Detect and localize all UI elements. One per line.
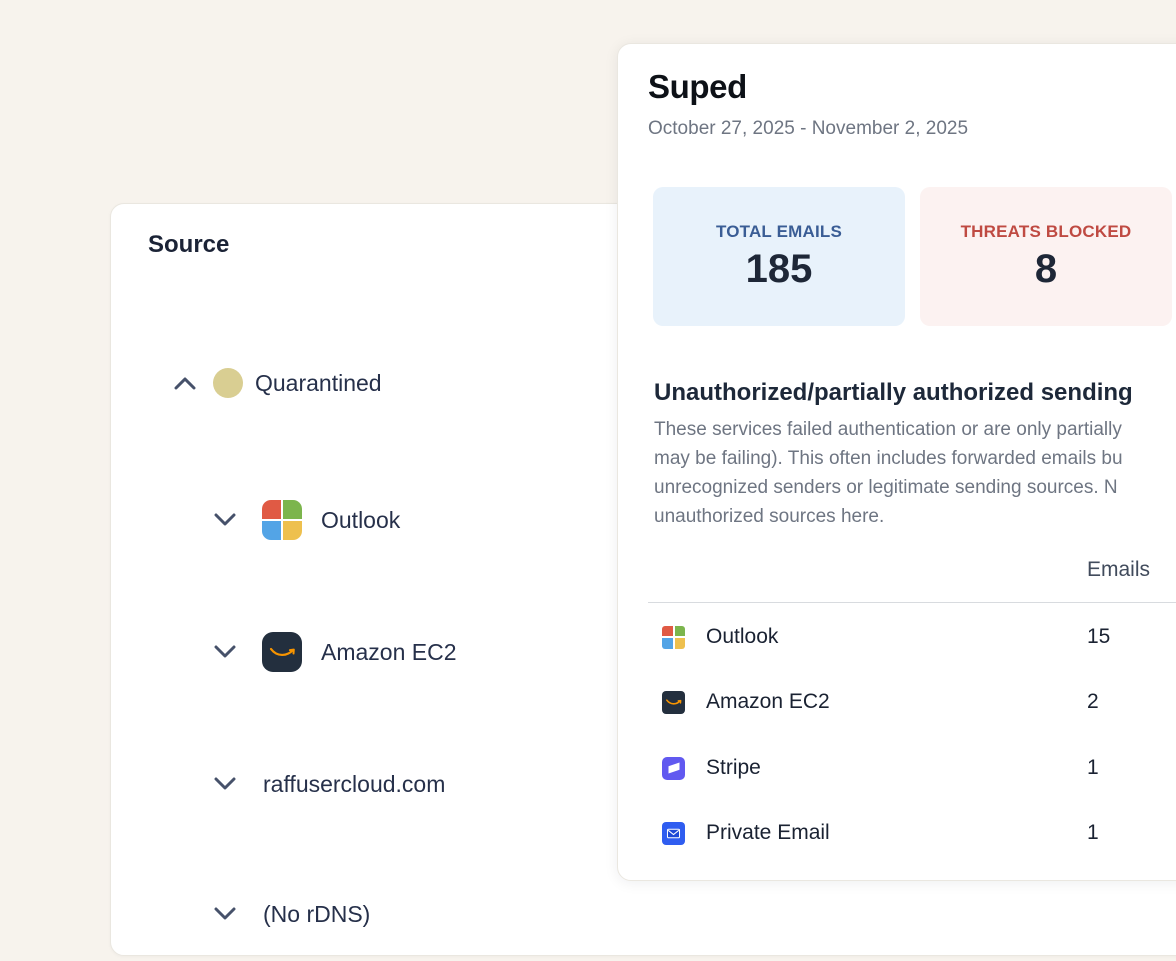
description-line: may be failing). This often includes for… bbox=[654, 444, 1123, 473]
tree-item-label: Outlook bbox=[321, 507, 400, 534]
report-card: Suped October 27, 2025 - November 2, 202… bbox=[617, 43, 1176, 881]
tree-item-label: Amazon EC2 bbox=[321, 639, 457, 666]
service-name: Outlook bbox=[706, 625, 778, 649]
microsoft-logo-icon bbox=[662, 626, 685, 649]
chevron-down-icon[interactable] bbox=[213, 777, 237, 791]
stat-label: THREATS BLOCKED bbox=[961, 222, 1132, 242]
microsoft-logo-icon bbox=[262, 500, 302, 540]
emails-column-header: Emails bbox=[1087, 558, 1150, 582]
report-date-range: October 27, 2025 - November 2, 2025 bbox=[648, 118, 968, 140]
total-emails-stat: TOTAL EMAILS 185 bbox=[653, 187, 905, 326]
tree-item-amazon-ec2[interactable]: Amazon EC2 bbox=[111, 629, 457, 675]
stat-value: 8 bbox=[1035, 247, 1057, 292]
description-line: These services failed authentication or … bbox=[654, 415, 1123, 444]
stat-value: 185 bbox=[746, 247, 813, 292]
email-count: 1 bbox=[1087, 821, 1099, 845]
table-row[interactable]: Private Email 1 bbox=[618, 800, 1176, 866]
table-row[interactable]: Amazon EC2 2 bbox=[618, 669, 1176, 735]
private-email-logo-icon bbox=[662, 822, 685, 845]
service-name: Private Email bbox=[706, 821, 830, 845]
description-line: unauthorized sources here. bbox=[654, 502, 1123, 531]
stripe-logo-icon bbox=[662, 757, 685, 780]
email-count: 1 bbox=[1087, 756, 1099, 780]
tree-item-outlook[interactable]: Outlook bbox=[111, 497, 400, 543]
chevron-up-icon[interactable] bbox=[173, 376, 197, 390]
tree-item-no-rdns[interactable]: (No rDNS) bbox=[111, 891, 370, 937]
chevron-down-icon[interactable] bbox=[213, 645, 237, 659]
table-row[interactable]: Stripe 1 bbox=[618, 735, 1176, 801]
amazon-logo-icon bbox=[662, 691, 685, 714]
report-title: Suped bbox=[648, 68, 747, 106]
chevron-down-icon[interactable] bbox=[213, 907, 237, 921]
service-name: Stripe bbox=[706, 756, 761, 780]
chevron-down-icon[interactable] bbox=[213, 513, 237, 527]
stats-row: TOTAL EMAILS 185 THREATS BLOCKED 8 bbox=[653, 187, 1172, 326]
service-name: Amazon EC2 bbox=[706, 690, 830, 714]
tree-item-label: Quarantined bbox=[255, 370, 382, 397]
stat-label: TOTAL EMAILS bbox=[716, 222, 842, 242]
page: { "page": { "background": "#f7f3ed" }, "… bbox=[0, 0, 1176, 961]
email-count: 15 bbox=[1087, 625, 1110, 649]
section-heading: Unauthorized/partially authorized sendin… bbox=[654, 379, 1133, 407]
tree-item-label: raffusercloud.com bbox=[263, 771, 445, 798]
description-line: unrecognized senders or legitimate sendi… bbox=[654, 473, 1123, 502]
amazon-logo-icon bbox=[262, 632, 302, 672]
email-count: 2 bbox=[1087, 690, 1099, 714]
table-row[interactable]: Outlook 15 bbox=[618, 604, 1176, 670]
tree-item-quarantined[interactable]: Quarantined bbox=[111, 360, 382, 406]
tree-item-raffusercloud[interactable]: raffusercloud.com bbox=[111, 761, 445, 807]
source-panel-title: Source bbox=[148, 231, 229, 259]
quarantine-dot-icon bbox=[213, 368, 243, 398]
threats-blocked-stat: THREATS BLOCKED 8 bbox=[920, 187, 1172, 326]
table-divider bbox=[648, 602, 1176, 603]
section-description: These services failed authentication or … bbox=[654, 415, 1123, 531]
tree-item-label: (No rDNS) bbox=[263, 901, 370, 928]
